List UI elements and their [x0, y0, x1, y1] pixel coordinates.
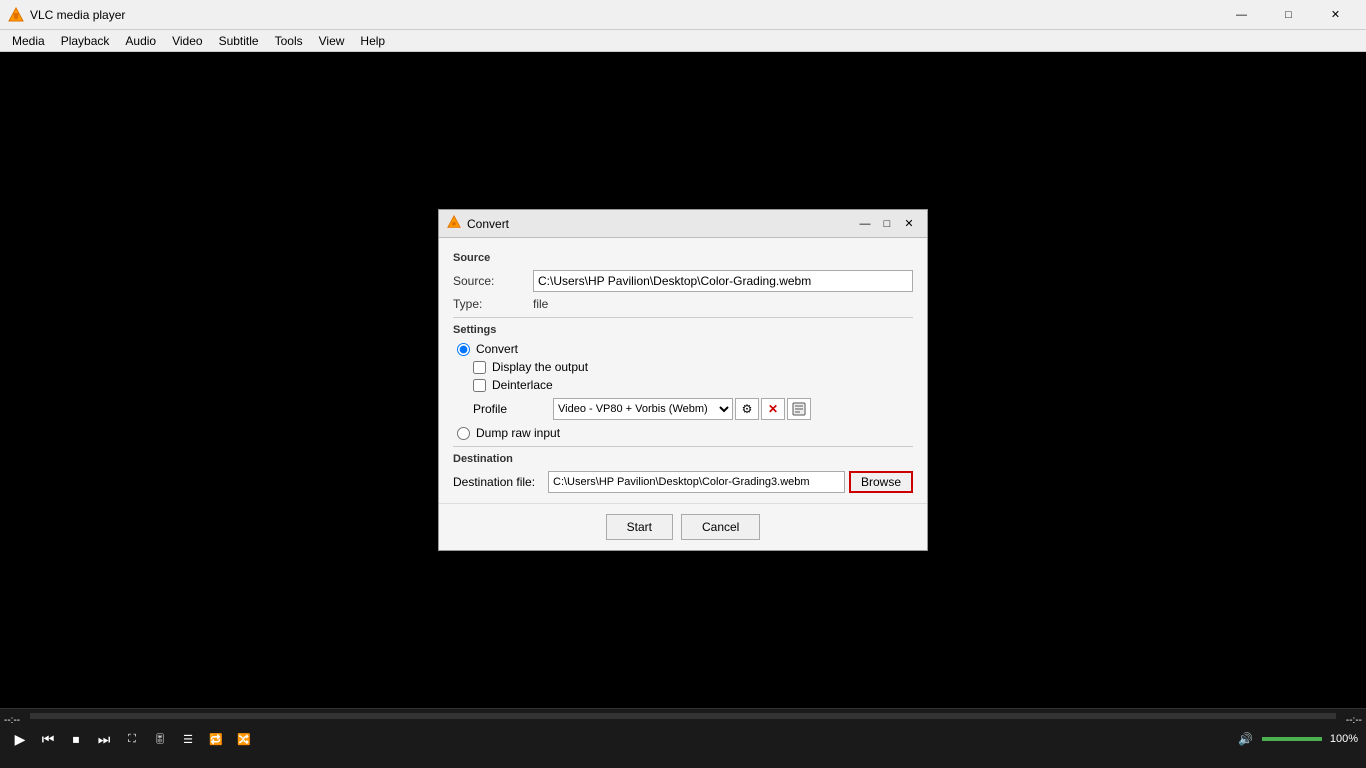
edit-profile-button[interactable]: ⚙	[735, 398, 759, 420]
playlist-button[interactable]: ☰	[176, 727, 200, 751]
dialog-window-controls: — □ ✕	[855, 214, 919, 234]
close-button[interactable]: ✕	[1313, 0, 1358, 30]
profile-select[interactable]: Video - VP80 + Vorbis (Webm) Video - H.2…	[553, 398, 733, 420]
divider-1	[453, 317, 913, 318]
menu-media[interactable]: Media	[4, 32, 53, 50]
destination-file-input[interactable]	[548, 471, 845, 493]
convert-radio-label[interactable]: Convert	[476, 342, 518, 356]
stop-button[interactable]: ⏹	[64, 727, 88, 751]
menu-playback[interactable]: Playback	[53, 32, 118, 50]
next-button[interactable]: ⏭	[92, 727, 116, 751]
dialog-title: Convert	[467, 217, 855, 231]
dialog-minimize-button[interactable]: —	[855, 214, 875, 234]
dialog-close-button[interactable]: ✕	[899, 214, 919, 234]
source-row: Source:	[453, 270, 913, 292]
deinterlace-label[interactable]: Deinterlace	[492, 378, 553, 392]
minimize-button[interactable]: —	[1219, 0, 1264, 30]
random-button[interactable]: 🔀	[232, 727, 256, 751]
menu-audio[interactable]: Audio	[117, 32, 164, 50]
menu-video[interactable]: Video	[164, 32, 210, 50]
source-section-label: Source	[453, 252, 913, 264]
menu-view[interactable]: View	[311, 32, 353, 50]
type-label: Type:	[453, 297, 533, 311]
menu-tools[interactable]: Tools	[267, 32, 311, 50]
prev-button[interactable]: ⏮	[36, 727, 60, 751]
fullscreen-button[interactable]: ⛶	[120, 727, 144, 751]
dialog-maximize-button[interactable]: □	[877, 214, 897, 234]
controls-row: ▶ ⏮ ⏹ ⏭ ⛶ 🎚 ☰ 🔁 🔀 🔊 100%	[0, 723, 1366, 755]
convert-radio[interactable]	[457, 343, 470, 356]
display-output-checkbox[interactable]	[473, 361, 486, 374]
type-row: Type: file	[453, 297, 913, 311]
dialog-icon	[447, 215, 461, 232]
dialog-title-bar: Convert — □ ✕	[439, 210, 927, 238]
maximize-button[interactable]: □	[1266, 0, 1311, 30]
play-button[interactable]: ▶	[8, 727, 32, 751]
time-elapsed: --:--	[4, 715, 20, 726]
volume-icon[interactable]: 🔊	[1234, 727, 1258, 751]
divider-2	[453, 446, 913, 447]
dump-raw-row: Dump raw input	[457, 426, 913, 440]
convert-dialog: Convert — □ ✕ Source Source: Type: file …	[438, 209, 928, 551]
dialog-body: Source Source: Type: file Settings Conve…	[439, 238, 927, 503]
destination-row: Destination file: Browse	[453, 471, 913, 493]
menu-bar: Media Playback Audio Video Subtitle Tool…	[0, 30, 1366, 52]
playback-controls: --:-- --:-- ▶ ⏮ ⏹ ⏭ ⛶ 🎚 ☰ 🔁 🔀 🔊 100%	[0, 708, 1366, 768]
volume-slider[interactable]	[1262, 737, 1322, 741]
new-profile-button[interactable]	[787, 398, 811, 420]
dump-raw-radio[interactable]	[457, 427, 470, 440]
time-remaining: --:--	[1346, 715, 1362, 726]
volume-area: 🔊 100%	[1234, 727, 1358, 751]
convert-radio-row: Convert	[457, 342, 913, 356]
progress-bar[interactable]	[30, 713, 1336, 719]
delete-profile-button[interactable]: ✕	[761, 398, 785, 420]
settings-section-label: Settings	[453, 324, 913, 336]
volume-fill	[1262, 737, 1322, 741]
extended-settings-button[interactable]: 🎚	[148, 727, 172, 751]
source-input[interactable]	[533, 270, 913, 292]
dialog-footer: Start Cancel	[439, 503, 927, 550]
window-controls: — □ ✕	[1219, 0, 1358, 30]
app-title: VLC media player	[30, 8, 1219, 22]
dump-raw-label[interactable]: Dump raw input	[476, 426, 560, 440]
title-bar: VLC media player — □ ✕	[0, 0, 1366, 30]
type-value: file	[533, 297, 548, 311]
volume-percent: 100%	[1330, 733, 1358, 745]
dialog-overlay: Convert — □ ✕ Source Source: Type: file …	[0, 52, 1366, 708]
display-output-label[interactable]: Display the output	[492, 360, 588, 374]
menu-subtitle[interactable]: Subtitle	[211, 32, 267, 50]
source-label: Source:	[453, 274, 533, 288]
browse-button[interactable]: Browse	[849, 471, 913, 493]
display-output-row: Display the output	[473, 360, 913, 374]
destination-file-label: Destination file:	[453, 475, 548, 489]
vlc-icon	[8, 7, 24, 23]
cancel-button[interactable]: Cancel	[681, 514, 760, 540]
deinterlace-row: Deinterlace	[473, 378, 913, 392]
profile-row: Profile Video - VP80 + Vorbis (Webm) Vid…	[473, 398, 913, 420]
loop-button[interactable]: 🔁	[204, 727, 228, 751]
start-button[interactable]: Start	[606, 514, 673, 540]
menu-help[interactable]: Help	[352, 32, 393, 50]
deinterlace-checkbox[interactable]	[473, 379, 486, 392]
profile-label: Profile	[473, 402, 553, 416]
destination-section-label: Destination	[453, 453, 913, 465]
